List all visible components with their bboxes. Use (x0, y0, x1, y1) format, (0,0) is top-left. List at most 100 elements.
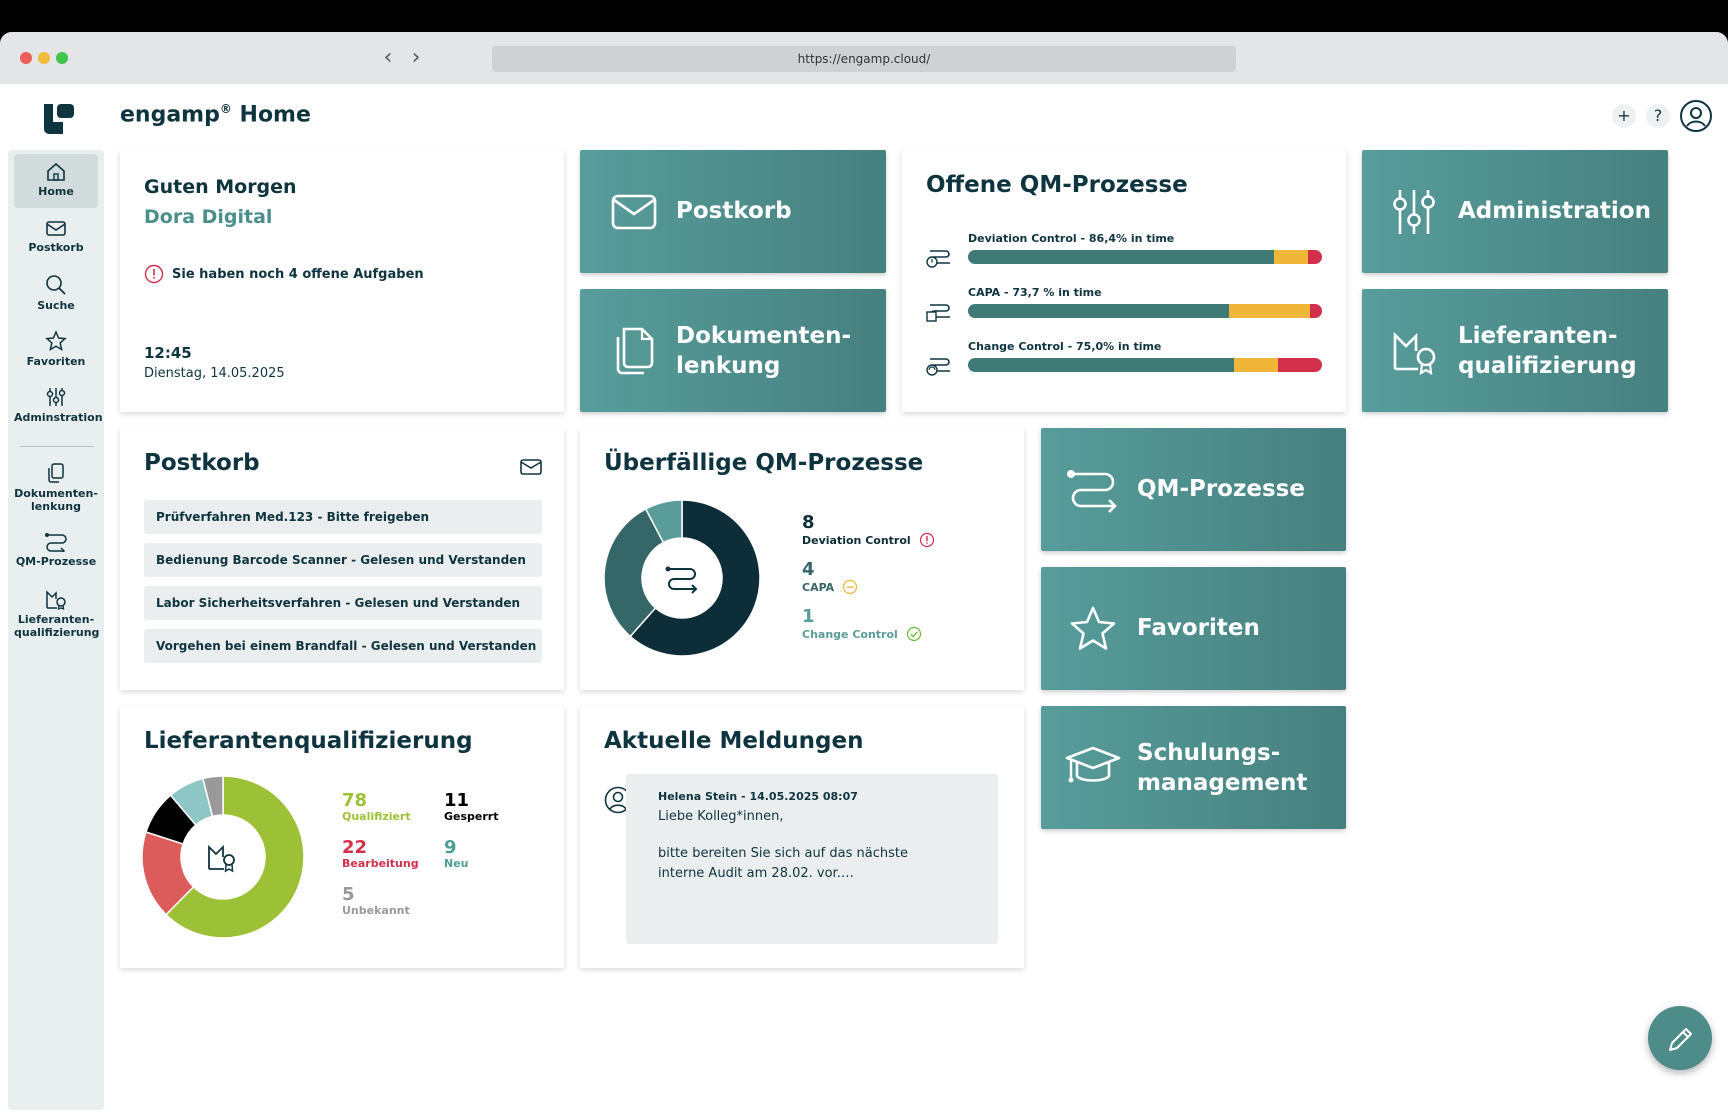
postkorb-card: Postkorb Prüfverfahren Med.123 - Bitte f… (120, 428, 564, 690)
bar-segment-overdue (1310, 304, 1322, 318)
sidebar-item-label: Favoriten (26, 355, 86, 368)
browser-chrome: ‹ › https://engamp.cloud/ (0, 32, 1728, 84)
page: engamp® Home + ? Home Postkorb Suche Fav… (0, 84, 1728, 1117)
close-window-button[interactable] (20, 52, 32, 64)
check-icon (906, 626, 921, 642)
tile-label: Postkorb (676, 198, 792, 224)
forward-arrow-icon[interactable]: › (404, 44, 428, 72)
stat-number: 11 (444, 790, 470, 811)
stat-number: 9 (444, 837, 457, 858)
stat-label: Unbekannt (342, 904, 410, 917)
supplier-card: Lieferantenqualifizierung 78 Qualifiziert… (120, 706, 564, 968)
help-icon[interactable]: ? (1646, 104, 1670, 128)
stat-unbekannt[interactable]: 5 Unbekannt (342, 884, 410, 918)
sidebar-item-postkorb[interactable]: Postkorb (14, 210, 98, 264)
card-title: Lieferantenqualifizierung (144, 728, 473, 754)
sidebar-item-administration[interactable]: Adminstration (14, 378, 103, 436)
user-name: Dora Digital (144, 206, 273, 228)
qm-prozesse-tile[interactable]: QM-Prozesse (1041, 428, 1346, 551)
registered-mark: ® (219, 102, 232, 116)
supplier-icon (208, 844, 235, 873)
postkorb-tile[interactable]: Postkorb (580, 150, 886, 273)
message-body: bitte bereiten Sie sich auf das nächste … (658, 846, 908, 881)
sidebar-divider (20, 446, 94, 447)
star-icon (45, 330, 67, 352)
stat-number: 5 (342, 884, 355, 905)
star-icon (1070, 606, 1116, 650)
stat-label: Deviation Control (802, 533, 911, 547)
tile-label: QM-Prozesse (1137, 476, 1305, 502)
stat-number: 1 (802, 606, 815, 627)
current-date: Dienstag, 14.05.2025 (144, 366, 285, 381)
add-icon[interactable]: + (1612, 104, 1636, 128)
minimize-window-button[interactable] (38, 52, 50, 64)
user-avatar-icon[interactable] (1680, 100, 1712, 132)
engamp-logo (44, 104, 74, 134)
maximize-window-button[interactable] (56, 52, 68, 64)
favoriten-tile[interactable]: Favoriten (1041, 567, 1346, 690)
stat-change-control[interactable]: 1 Change Control (802, 608, 922, 642)
sidebar-item-dokumentenlenkung[interactable]: Dokumenten-lenkung (14, 454, 98, 516)
sidebar-item-home[interactable]: Home (14, 154, 98, 208)
administration-tile[interactable]: Administration (1362, 150, 1668, 273)
app-name: engamp (120, 102, 220, 128)
news-card: Aktuelle Meldungen Helena Stein - 14.05.… (580, 706, 1024, 968)
capa-process-icon (926, 304, 950, 322)
mail-icon (611, 194, 657, 230)
stat-bearbeitung[interactable]: 22 Bearbeitung (342, 839, 419, 871)
mail-item[interactable]: Vorgehen bei einem Brandfall - Gelesen u… (144, 629, 542, 663)
stat-qualifiziert[interactable]: 78 Qualifiziert (342, 792, 411, 824)
tile-label: Favoriten (1137, 615, 1260, 641)
bar-segment-in-time (968, 250, 1274, 264)
mail-icon (46, 221, 66, 236)
alert-icon (919, 532, 934, 548)
sidebar-item-qm-prozesse[interactable]: QM-Prozesse (14, 522, 98, 576)
page-title: engamp® Home (120, 102, 311, 127)
edit-fab-button[interactable] (1648, 1006, 1712, 1070)
bar-label: Deviation Control - 86,4% in time (968, 232, 1175, 245)
mail-item[interactable]: Bedienung Barcode Scanner - Gelesen und … (144, 543, 542, 577)
sidebar-item-favoriten[interactable]: Favoriten (14, 322, 98, 376)
clock-time: 12:45 (144, 344, 192, 362)
schulungsmanagement-tile[interactable]: Schulungs- management (1041, 706, 1346, 829)
tile-label: Administration (1458, 198, 1651, 224)
deviation-process-icon (926, 250, 950, 268)
tile-label-line1: Dokumenten- (676, 323, 852, 349)
supplier-icon (46, 590, 66, 610)
progress-bar-deviation (968, 250, 1322, 264)
address-bar[interactable]: https://engamp.cloud/ (492, 46, 1236, 72)
stat-number: 4 (802, 559, 815, 580)
stat-gesperrt[interactable]: 11 Gesperrt (444, 790, 499, 824)
sidebar-item-suche[interactable]: Suche (14, 266, 98, 320)
open-tasks-text: Sie haben noch 4 offene Aufgaben (172, 266, 424, 282)
documents-icon (616, 327, 654, 375)
open-qm-card: Offene QM-Prozesse Deviation Control - 8… (902, 150, 1346, 412)
news-message[interactable]: Helena Stein - 14.05.2025 08:07 Liebe Ko… (626, 774, 998, 944)
lieferantenqualifizierung-tile[interactable]: Lieferanten- qualifizierung (1362, 289, 1668, 412)
stat-label: Gesperrt (444, 810, 499, 823)
sidebar-item-label: Lieferanten-qualifizierung (14, 613, 100, 639)
tile-label-line2: management (1137, 770, 1308, 796)
sidebar-item-lieferantenqualifizierung[interactable]: Lieferanten-qualifizierung (14, 580, 100, 642)
stat-label: Qualifiziert (342, 810, 411, 823)
process-icon (45, 533, 67, 552)
bar-segment-warning (1273, 250, 1308, 264)
stat-deviation-control[interactable]: 8 Deviation Control (802, 514, 935, 548)
documents-icon (48, 463, 64, 483)
card-title: Aktuelle Meldungen (604, 728, 864, 754)
sliders-icon (1393, 190, 1435, 234)
stat-label: Bearbeitung (342, 857, 419, 870)
message-author: Helena Stein - 14.05.2025 08:07 (658, 790, 858, 803)
alert-icon (144, 264, 164, 284)
mail-item[interactable]: Prüfverfahren Med.123 - Bitte freigeben (144, 500, 542, 534)
open-tasks-alert[interactable]: Sie haben noch 4 offene Aufgaben (144, 264, 424, 284)
stat-capa[interactable]: 4 CAPA (802, 561, 858, 595)
back-arrow-icon[interactable]: ‹ (376, 44, 400, 72)
mail-icon[interactable] (520, 458, 542, 476)
dokumentenlenkung-tile[interactable]: Dokumenten- lenkung (580, 289, 886, 412)
search-icon (46, 275, 66, 295)
mail-item[interactable]: Labor Sicherheitsverfahren - Gelesen und… (144, 586, 542, 620)
card-title: Überfällige QM-Prozesse (604, 450, 924, 476)
bar-segment-warning (1228, 304, 1311, 318)
stat-neu[interactable]: 9 Neu (444, 837, 469, 871)
